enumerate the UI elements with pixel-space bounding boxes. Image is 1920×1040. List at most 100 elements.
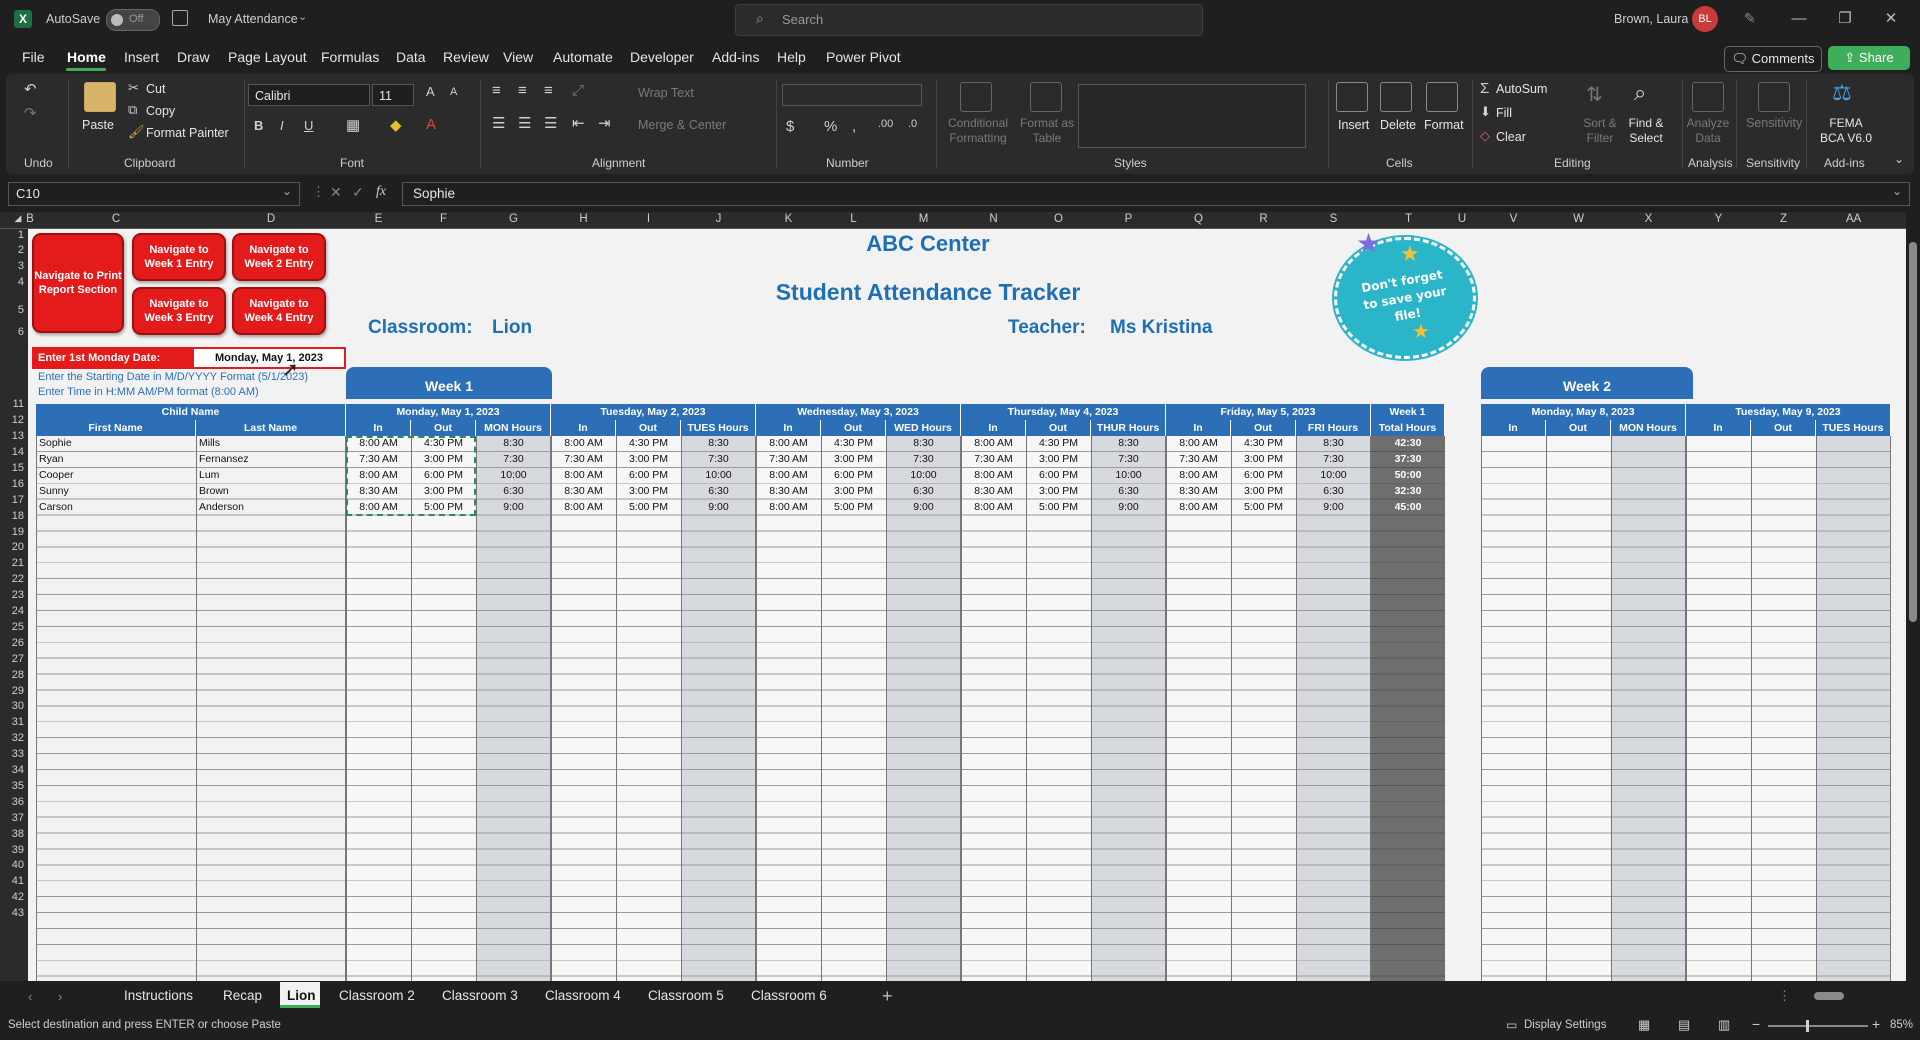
increase-indent-icon[interactable]: ⇥ [598, 114, 611, 132]
row-header[interactable]: 38 [0, 828, 24, 840]
avatar[interactable]: BL [1692, 6, 1718, 32]
nav-week2-button[interactable]: Navigate to Week 2 Entry [232, 233, 326, 281]
align-bottom-icon[interactable]: ≡ [544, 82, 553, 99]
time-in-cell[interactable]: 8:00 AM [756, 468, 821, 483]
number-format-select[interactable] [782, 84, 922, 106]
row-header[interactable]: 21 [0, 557, 24, 569]
zoom-in-icon[interactable]: + [1872, 1016, 1880, 1032]
menu-view[interactable]: View [503, 49, 533, 65]
column-header[interactable]: B [24, 213, 36, 225]
row-header[interactable]: 28 [0, 669, 24, 681]
column-header[interactable]: M [886, 213, 961, 225]
search-box[interactable]: ⌕ Search [735, 4, 1203, 36]
column-header[interactable]: Z [1751, 213, 1816, 225]
analyze-data-icon[interactable] [1692, 82, 1724, 112]
row-header[interactable]: 25 [0, 621, 24, 633]
increase-font-icon[interactable]: A [426, 84, 435, 99]
row-header[interactable]: 24 [0, 605, 24, 617]
time-out-cell[interactable]: 4:30 PM [821, 436, 886, 451]
borders-icon[interactable]: ▦ [346, 116, 360, 134]
column-header[interactable]: N [961, 213, 1026, 225]
time-in-cell[interactable]: 8:00 AM [551, 468, 616, 483]
row-header[interactable]: 5 [0, 304, 24, 316]
time-in-cell[interactable]: 8:00 AM [1166, 500, 1231, 515]
menu-formulas[interactable]: Formulas [321, 49, 379, 65]
copy-icon[interactable]: ⧉ [128, 102, 137, 118]
more-options-icon[interactable]: ⋮ [312, 184, 325, 200]
cut-icon[interactable]: ✂ [128, 80, 139, 96]
cell-styles-gallery[interactable] [1078, 84, 1306, 148]
time-out-cell[interactable]: 6:00 PM [821, 468, 886, 483]
column-header[interactable]: K [756, 213, 821, 225]
first-name-cell[interactable]: Cooper [39, 468, 195, 483]
row-header[interactable]: 17 [0, 494, 24, 506]
time-in-cell[interactable]: 8:00 AM [756, 436, 821, 451]
align-top-icon[interactable]: ≡ [492, 82, 501, 99]
row-header[interactable]: 37 [0, 812, 24, 824]
row-header[interactable]: 20 [0, 541, 24, 553]
monday-date-input[interactable]: Monday, May 1, 2023 [194, 349, 344, 367]
save-icon[interactable] [172, 10, 188, 26]
decrease-font-icon[interactable]: A [450, 86, 457, 98]
bold-icon[interactable]: B [254, 118, 263, 133]
last-name-cell[interactable]: Fernansez [199, 452, 345, 467]
nav-week1-button[interactable]: Navigate to Week 1 Entry [132, 233, 226, 281]
menu-insert[interactable]: Insert [124, 49, 159, 65]
wrap-text-button[interactable]: Wrap Text [638, 86, 694, 100]
font-size-select[interactable]: 11 [372, 84, 414, 106]
time-out-cell[interactable]: 6:00 PM [616, 468, 681, 483]
menu-developer[interactable]: Developer [630, 49, 694, 65]
time-in-cell[interactable]: 8:00 AM [551, 500, 616, 515]
restore-icon[interactable]: ❐ [1822, 0, 1868, 38]
sensitivity-icon[interactable] [1758, 82, 1790, 112]
sheet-tab-recap[interactable]: Recap [223, 988, 262, 1003]
page-layout-view-icon[interactable]: ▤ [1678, 1017, 1690, 1033]
column-header[interactable]: H [551, 213, 616, 225]
menu-data[interactable]: Data [396, 49, 426, 65]
decrease-decimal-icon[interactable]: .0 [908, 118, 917, 130]
menu-review[interactable]: Review [443, 49, 489, 65]
collapse-ribbon-icon[interactable]: ⌄ [1894, 152, 1904, 166]
row-header[interactable]: 34 [0, 764, 24, 776]
italic-icon[interactable]: I [280, 118, 284, 133]
row-header[interactable]: 16 [0, 478, 24, 490]
first-name-cell[interactable]: Sunny [39, 484, 195, 499]
display-settings-button[interactable]: Display Settings [1524, 1019, 1606, 1031]
time-out-cell[interactable]: 5:00 PM [1026, 500, 1091, 515]
row-header[interactable]: 23 [0, 589, 24, 601]
underline-icon[interactable]: U [304, 118, 313, 133]
font-color-icon[interactable]: A [426, 116, 436, 133]
sheet-tab-classroom3[interactable]: Classroom 3 [442, 988, 518, 1003]
sheet-tab-classroom6[interactable]: Classroom 6 [751, 988, 827, 1003]
name-box-dropdown-icon[interactable]: ⌄ [282, 184, 292, 198]
format-cells-icon[interactable] [1426, 82, 1458, 112]
row-header[interactable]: 40 [0, 859, 24, 871]
column-header[interactable]: X [1611, 213, 1686, 225]
menu-file[interactable]: File [22, 49, 45, 65]
nav-week3-button[interactable]: Navigate to Week 3 Entry [132, 287, 226, 335]
time-in-cell[interactable]: 8:00 AM [551, 436, 616, 451]
time-out-cell[interactable]: 3:00 PM [1231, 452, 1296, 467]
row-header[interactable]: 13 [0, 430, 24, 442]
next-sheet-icon[interactable]: › [58, 989, 62, 1004]
row-header[interactable]: 12 [0, 414, 24, 426]
cancel-icon[interactable]: ✕ [330, 184, 342, 201]
row-header[interactable]: 35 [0, 780, 24, 792]
time-out-cell[interactable]: 5:00 PM [1231, 500, 1296, 515]
time-in-cell[interactable]: 8:00 AM [1166, 468, 1231, 483]
copy-button[interactable]: Copy [146, 104, 175, 118]
chevron-down-icon[interactable]: ⌄ [298, 10, 307, 23]
time-in-cell[interactable]: 8:30 AM [1166, 484, 1231, 499]
time-out-cell[interactable]: 4:30 PM [1231, 436, 1296, 451]
row-header[interactable]: 41 [0, 875, 24, 887]
minimize-icon[interactable]: — [1776, 0, 1822, 38]
eraser-icon[interactable]: ◇ [1480, 128, 1490, 144]
row-header[interactable]: 36 [0, 796, 24, 808]
insert-cells-button[interactable]: Insert [1338, 118, 1369, 132]
zoom-slider[interactable] [1768, 1020, 1868, 1032]
cut-button[interactable]: Cut [146, 82, 165, 96]
first-name-cell[interactable]: Carson [39, 500, 195, 515]
sheet-tab-classroom5[interactable]: Classroom 5 [648, 988, 724, 1003]
fill-color-icon[interactable]: ◆ [390, 116, 402, 134]
pen-icon[interactable]: ✎ [1744, 10, 1756, 27]
